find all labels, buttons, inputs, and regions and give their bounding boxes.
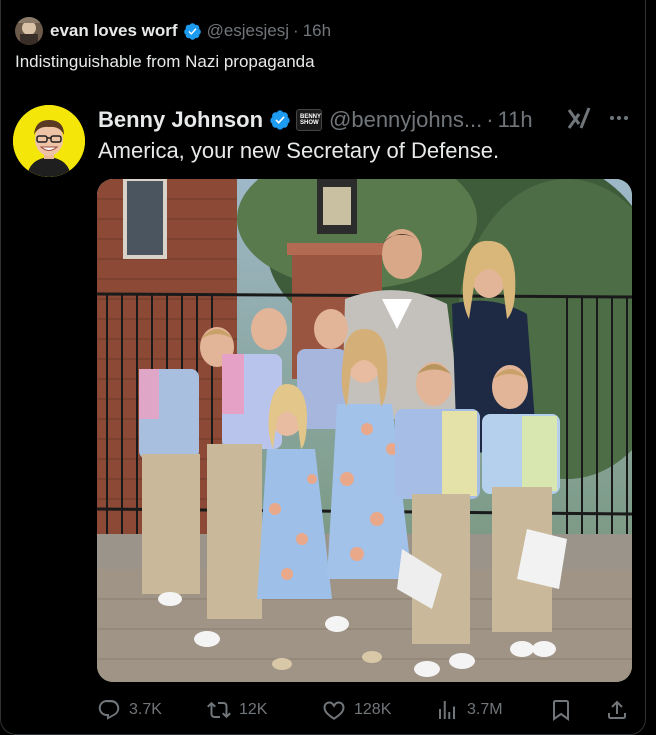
affiliate-badge[interactable]: BENNY SHOW [296,109,323,131]
action-bar: 3.7K 12K 128K 3.7M [97,694,637,728]
reply-count: 3.7K [129,701,162,718]
share-button[interactable] [605,694,637,726]
author-avatar[interactable] [15,17,43,45]
like-count: 128K [354,701,392,718]
affiliate-badge-text: BENNY SHOW [300,114,321,126]
post-text: Indistinguishable from Nazi propaganda [15,52,315,71]
family-photo-illustration [97,179,632,682]
grok-icon[interactable] [565,104,593,132]
verified-badge-icon [183,22,201,40]
quoted-author-name[interactable]: Benny Johnson [98,107,263,133]
quoted-author-avatar[interactable] [13,105,85,177]
like-icon [323,701,345,720]
share-icon [608,700,626,719]
separator-dot: · [486,107,494,132]
page-edge [646,0,656,735]
bookmark-icon [553,700,569,721]
separator-dot: · [293,21,299,40]
reply-icon [98,700,120,720]
repost-count: 12K [239,701,268,718]
author-name[interactable]: evan loves worf [50,21,178,41]
quoted-header: Benny Johnson BENNY SHOW @bennyjohns... … [98,103,533,137]
views-count: 3.7M [467,701,503,718]
quoted-post-time[interactable]: 11h [498,107,533,133]
views-icon [439,701,455,719]
repost-icon [207,701,231,719]
verified-badge-icon [270,110,290,130]
quoted-post-text: America, your new Secretary of Defense. [98,138,500,163]
views-button[interactable]: 3.7M [435,694,503,726]
repost-button[interactable]: 12K [207,694,267,726]
reply-button[interactable]: 3.7K [97,694,162,726]
quoted-author-handle[interactable]: @bennyjohns... [329,107,482,133]
quoted-post[interactable]: Benny Johnson BENNY SHOW @bennyjohns... … [1,88,647,693]
like-button[interactable]: 128K [322,694,391,726]
post-header: evan loves worf @esjesjesj · 16h [15,16,331,46]
post-time[interactable]: 16h [303,21,331,41]
author-handle[interactable]: @esjesjesj [207,21,289,41]
post-photo[interactable] [97,179,632,682]
more-icon[interactable] [607,106,631,130]
bookmark-button[interactable] [549,694,581,726]
post-card[interactable]: evan loves worf @esjesjesj · 16h Indisti… [0,0,646,735]
